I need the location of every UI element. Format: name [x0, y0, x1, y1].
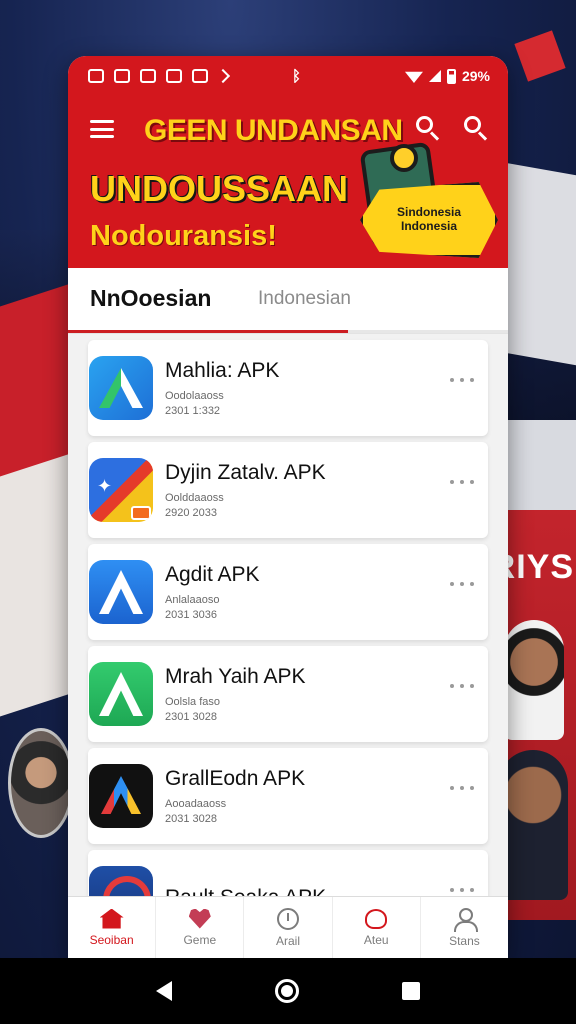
home-icon — [99, 908, 124, 929]
person-portrait — [8, 728, 74, 838]
app-category: Anlalaaoso — [165, 594, 220, 606]
bluetooth-icon: ᛒ — [292, 67, 302, 85]
list-item[interactable]: Agdit APK Anlalaaoso 2031 3036 — [88, 544, 488, 640]
battery-percent: 29% — [461, 68, 490, 84]
app-category: Aooadaaoss — [165, 798, 227, 810]
tab-label: Indonesian — [258, 287, 351, 309]
a-blue-icon — [89, 560, 153, 624]
app-list: Mahlia: APK Oodolaaoss 2301 1:332 Dyjin … — [68, 334, 508, 946]
nav-item-arail[interactable]: Arail — [244, 897, 333, 958]
nav-item-ateu[interactable]: Ateu — [333, 897, 421, 958]
nav-item-game[interactable]: Geme — [156, 897, 245, 958]
tab-indonesian[interactable]: Indonesian — [246, 267, 508, 333]
app-window: ᛒ 29% GEEN UNDANSAN UNDOUSSAAN Nodourans… — [68, 56, 508, 958]
more-options-icon[interactable] — [450, 582, 474, 592]
nav-item-home[interactable]: Seoiban — [68, 897, 157, 958]
wifi-icon — [404, 71, 423, 83]
nav-label: Geme — [183, 932, 217, 947]
pinwheel-icon — [89, 458, 153, 522]
list-item[interactable]: Mrah Yaih APK Oolsla faso 2301 3028 — [88, 646, 488, 742]
app-category: Oolddaaoss — [165, 492, 224, 504]
a-multicolor-icon — [89, 764, 153, 828]
signal-icon — [428, 70, 441, 82]
app-date: 2031 3036 — [165, 609, 217, 621]
app-category: Oodolaaoss — [165, 390, 224, 402]
app-name: GrallEodn APK — [165, 767, 306, 790]
youtube-icon — [140, 69, 156, 83]
bottom-navigation: Seoiban Geme Arail Ateu Stans — [68, 896, 508, 958]
person-figure — [504, 620, 564, 740]
tab-bar: NnOoesian Indonesian — [68, 268, 508, 334]
nav-item-stans[interactable]: Stans — [421, 897, 508, 958]
shield-icon — [166, 69, 182, 83]
app-name: Mrah Yaih APK — [165, 665, 306, 688]
status-bar: ᛒ 29% — [68, 56, 508, 96]
app-name: Agdit APK — [165, 563, 260, 586]
list-item[interactable]: Dyjin Zatalv. APK Oolddaaoss 2920 2033 — [88, 442, 488, 538]
app-name: Dyjin Zatalv. APK — [165, 461, 326, 484]
tab-active[interactable]: NnOoesian — [68, 267, 246, 333]
nav-label: Stans — [449, 933, 480, 948]
more-options-icon[interactable] — [450, 480, 474, 490]
home-button-icon[interactable] — [274, 979, 299, 1003]
person-figure — [498, 750, 568, 900]
a-green-icon — [89, 662, 153, 726]
flag-right-white — [496, 161, 576, 369]
battery-icon — [446, 68, 456, 84]
app-date: 2301 1:332 — [165, 405, 221, 417]
subheadline: Nodouransis! — [90, 220, 277, 252]
screenshot-icon — [114, 69, 130, 83]
app-date: 2920 2033 — [165, 507, 217, 519]
app-name: Mahlia: APK — [165, 359, 280, 382]
system-navigation-bar — [0, 958, 576, 1024]
nav-label: Ateu — [363, 932, 389, 947]
camera-lens-icon — [390, 144, 418, 172]
header-banner: GEEN UNDANSAN UNDOUSSAAN Nodouransis! Si… — [68, 96, 508, 268]
app-date: 2031 3028 — [165, 813, 217, 825]
tab-indicator — [246, 330, 348, 333]
small-flag — [514, 30, 566, 82]
arrow-icon — [215, 68, 231, 84]
nav-label: Arail — [276, 933, 301, 948]
list-item[interactable]: Mahlia: APK Oodolaaoss 2301 1:332 — [88, 340, 488, 436]
clock-icon — [277, 907, 299, 930]
headline: UNDOUSSAAN — [90, 168, 349, 209]
heart-icon — [188, 908, 211, 929]
more-options-icon[interactable] — [450, 786, 474, 796]
a-blue-green-icon — [89, 356, 153, 420]
more-options-icon[interactable] — [450, 378, 474, 388]
menu-icon[interactable] — [90, 120, 114, 138]
nav-label: Seoiban — [89, 932, 134, 947]
list-item[interactable]: GrallEodn APK Aooadaaoss 2031 3028 — [88, 748, 488, 844]
back-icon[interactable] — [155, 981, 172, 1001]
recents-icon[interactable] — [402, 982, 421, 1000]
promo-badge: Sindonesia Indonesia — [360, 182, 498, 258]
user-icon — [453, 907, 479, 932]
heart-outline-icon — [365, 908, 388, 929]
camera-icon — [192, 69, 208, 83]
promo-illustration: Sindonesia Indonesia — [359, 136, 498, 258]
photo-icon — [88, 69, 104, 83]
app-date: 2301 3028 — [165, 711, 217, 723]
app-category: Oolsla faso — [165, 696, 221, 708]
more-options-icon[interactable] — [450, 684, 474, 694]
